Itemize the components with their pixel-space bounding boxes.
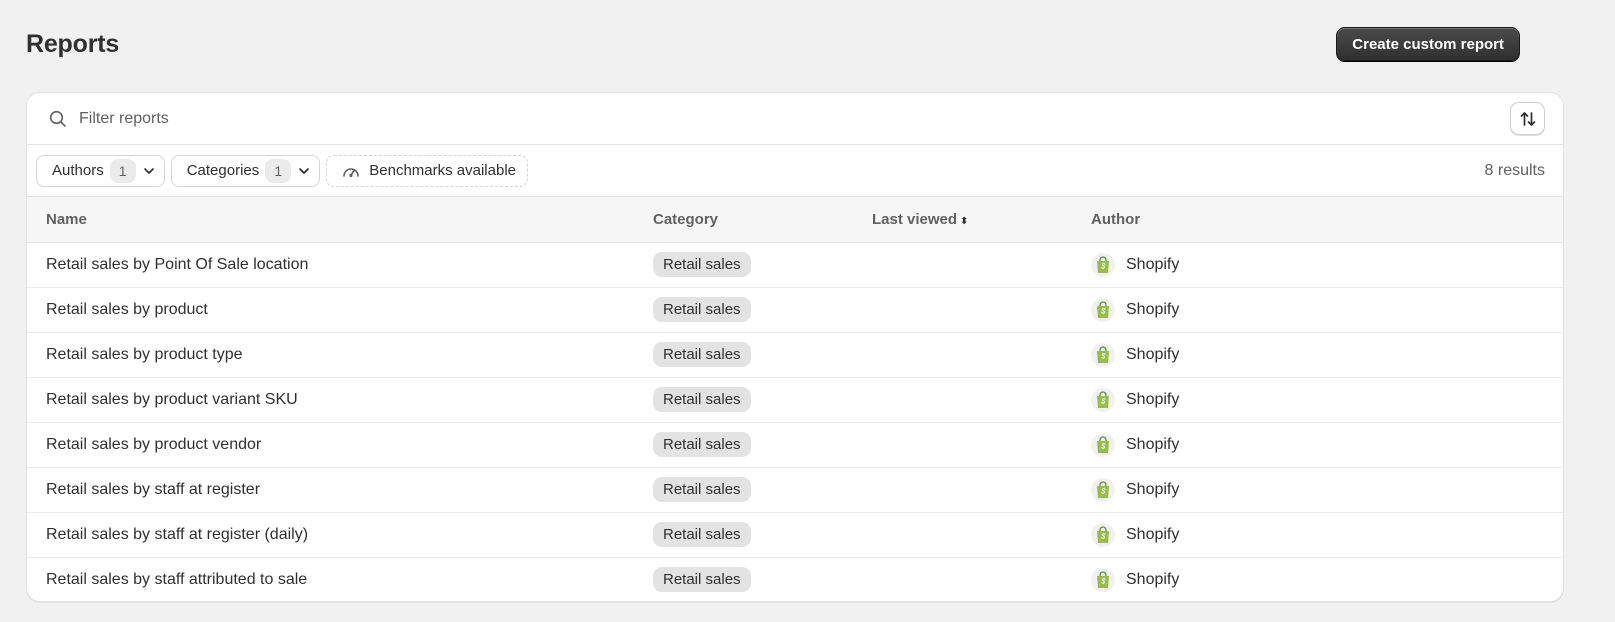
author-name: Shopify	[1126, 435, 1180, 453]
report-name[interactable]: Retail sales by product type	[27, 331, 634, 377]
category-badge: Retail sales	[653, 252, 751, 277]
gauge-icon	[341, 162, 361, 180]
report-name[interactable]: Retail sales by product vendor	[27, 421, 634, 467]
reports-table: Name Category Last viewed ⬍ Author Retail…	[27, 197, 1563, 601]
author-name: Shopify	[1126, 480, 1180, 498]
report-author-cell: Shopify	[1072, 421, 1563, 467]
table-row[interactable]: Retail sales by staff at register (daily…	[27, 511, 1563, 557]
categories-filter-chip[interactable]: Categories 1	[170, 154, 321, 187]
author-name: Shopify	[1126, 570, 1180, 588]
sort-arrows-icon	[1519, 110, 1537, 128]
shopify-bag-icon	[1091, 387, 1115, 412]
table-row[interactable]: Retail sales by product type Retail sales…	[27, 331, 1563, 377]
category-badge: Retail sales	[653, 477, 751, 502]
report-category-cell: Retail sales	[634, 242, 853, 287]
report-author-cell: Shopify	[1072, 286, 1563, 332]
chevron-down-icon	[297, 164, 311, 178]
report-last-viewed	[853, 286, 1072, 332]
report-category-cell: Retail sales	[634, 511, 853, 557]
report-last-viewed	[853, 556, 1072, 601]
shopify-bag-icon	[1091, 432, 1115, 457]
report-author-cell: Shopify	[1072, 556, 1563, 601]
results-count: 8 results	[1484, 161, 1545, 179]
report-category-cell: Retail sales	[634, 466, 853, 512]
report-last-viewed	[853, 376, 1072, 422]
report-category-cell: Retail sales	[634, 421, 853, 467]
author-name: Shopify	[1126, 300, 1180, 318]
report-name[interactable]: Retail sales by staff at register (daily…	[27, 511, 634, 557]
table-row[interactable]: Retail sales by product vendor Retail sal…	[27, 421, 1563, 467]
author-name: Shopify	[1126, 255, 1180, 273]
reports-card: Authors 1 Categories 1 Benchmarks availa…	[26, 92, 1564, 602]
page-title: Reports	[26, 30, 120, 58]
report-last-viewed	[853, 421, 1072, 467]
table-row[interactable]: Retail sales by product variant SKU Retai…	[27, 376, 1563, 422]
sort-caret-icon: ⬍	[960, 215, 969, 227]
filter-bar: Authors 1 Categories 1 Benchmarks availa…	[27, 145, 1563, 197]
report-name[interactable]: Retail sales by staff attributed to sale	[27, 556, 634, 601]
benchmarks-filter-chip[interactable]: Benchmarks available	[326, 154, 528, 187]
report-name[interactable]: Retail sales by product	[27, 286, 634, 332]
shopify-bag-icon	[1091, 522, 1115, 547]
category-badge: Retail sales	[653, 567, 751, 593]
report-author-cell: Shopify	[1072, 331, 1563, 377]
categories-filter-count: 1	[265, 158, 292, 183]
report-category-cell: Retail sales	[634, 286, 853, 332]
shopify-bag-icon	[1091, 297, 1115, 322]
category-badge: Retail sales	[653, 432, 751, 457]
report-author-cell: Shopify	[1072, 376, 1563, 422]
report-name[interactable]: Retail sales by product variant SKU	[27, 376, 634, 422]
report-author-cell: Shopify	[1072, 242, 1563, 287]
report-last-viewed	[853, 466, 1072, 512]
report-author-cell: Shopify	[1072, 466, 1563, 512]
search-icon	[49, 110, 67, 128]
shopify-bag-icon	[1091, 567, 1115, 592]
sort-button[interactable]	[1510, 102, 1545, 135]
category-badge: Retail sales	[653, 297, 751, 322]
report-last-viewed	[853, 331, 1072, 377]
table-row[interactable]: Retail sales by staff at register Retail …	[27, 466, 1563, 512]
report-last-viewed	[853, 511, 1072, 557]
authors-filter-chip[interactable]: Authors 1	[36, 154, 165, 187]
column-header-author: Author	[1072, 197, 1563, 243]
column-header-last-viewed-label: Last viewed	[872, 210, 958, 228]
report-name[interactable]: Retail sales by Point Of Sale location	[27, 242, 634, 287]
authors-filter-count: 1	[109, 158, 136, 183]
category-badge: Retail sales	[653, 522, 751, 547]
table-body: Retail sales by Point Of Sale location Re…	[27, 242, 1563, 601]
categories-filter-label: Categories	[186, 162, 260, 179]
report-author-cell: Shopify	[1072, 511, 1563, 557]
report-category-cell: Retail sales	[634, 331, 853, 377]
shopify-bag-icon	[1091, 252, 1115, 277]
table-row[interactable]: Retail sales by product Retail sales Shopi…	[27, 286, 1563, 332]
report-name[interactable]: Retail sales by staff at register	[27, 466, 634, 512]
chevron-down-icon	[142, 164, 156, 178]
column-header-last-viewed[interactable]: Last viewed ⬍	[853, 197, 1072, 243]
author-name: Shopify	[1126, 390, 1180, 408]
authors-filter-label: Authors	[52, 162, 104, 179]
report-category-cell: Retail sales	[634, 376, 853, 422]
create-custom-report-button[interactable]: Create custom report	[1336, 27, 1520, 61]
category-badge: Retail sales	[653, 342, 751, 367]
table-row[interactable]: Retail sales by Point Of Sale location Re…	[27, 242, 1563, 287]
author-name: Shopify	[1126, 345, 1180, 363]
report-category-cell: Retail sales	[634, 556, 853, 601]
shopify-bag-icon	[1091, 342, 1115, 367]
column-header-name: Name	[27, 197, 634, 243]
author-name: Shopify	[1126, 525, 1180, 543]
search-bar	[27, 93, 1563, 145]
report-last-viewed	[853, 242, 1072, 287]
table-header-row: Name Category Last viewed ⬍ Author	[27, 197, 1563, 243]
shopify-bag-icon	[1091, 477, 1115, 502]
benchmarks-filter-label: Benchmarks available	[369, 162, 516, 179]
category-badge: Retail sales	[653, 387, 751, 412]
column-header-category: Category	[634, 197, 853, 243]
table-row[interactable]: Retail sales by staff attributed to sale…	[27, 556, 1563, 601]
filter-reports-input[interactable]	[79, 109, 1510, 128]
